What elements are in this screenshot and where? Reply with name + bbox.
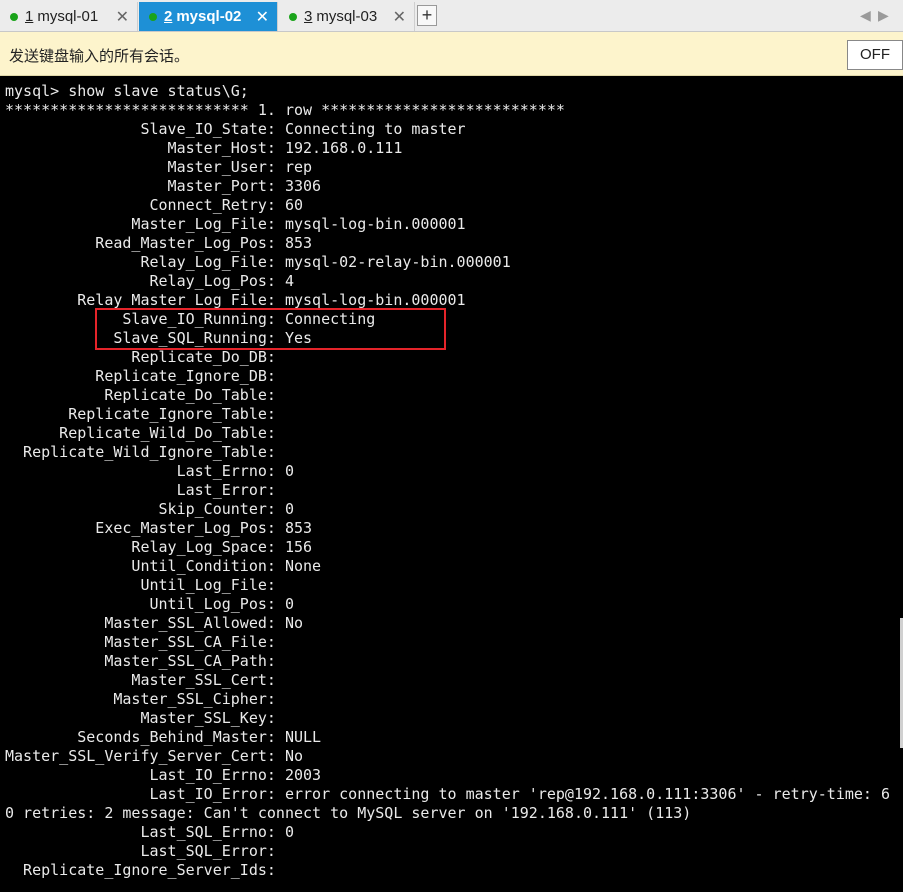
tab-mysql-01[interactable]: 1 mysql-01 ✕ [0,2,138,31]
terminal-line: Replicate_Do_Table: [5,386,285,404]
terminal-line: Last_IO_Error: error connecting to maste… [5,785,891,803]
scroll-tabs-right-icon[interactable]: ▶ [878,7,889,24]
tab-mysql-02[interactable]: 2 mysql-02 ✕ [139,2,278,31]
terminal-line: Master_Log_File: mysql-log-bin.000001 [5,215,466,233]
scroll-tabs-left-icon[interactable]: ◀ [860,7,871,24]
terminal-line: Master_SSL_Key: [5,709,285,727]
terminal-line: Until_Log_Pos: 0 [5,595,294,613]
status-dot-icon [289,12,297,21]
close-icon[interactable]: ✕ [256,7,269,27]
terminal-line: mysql> show slave status\G; [5,82,249,100]
terminal-line: Master_SSL_Cipher: [5,690,285,708]
broadcast-off-button[interactable]: OFF [847,40,903,70]
terminal-line: Last_SQL_Errno: 0 [5,823,294,841]
terminal-line: Until_Log_File: [5,576,285,594]
tab-label: mysql-01 [37,8,99,25]
terminal-line: Connect_Retry: 60 [5,196,304,214]
terminal-line: Read_Master_Log_Pos: 853 [5,234,313,252]
terminal-line: Replicate_Wild_Ignore_Table: [5,443,285,461]
terminal-line: Seconds_Behind_Master: NULL [5,728,322,746]
terminal-line: Replicate_Do_DB: [5,348,285,366]
terminal-line: Master_SSL_Verify_Server_Cert: No [5,747,304,765]
add-tab-button[interactable]: + [417,5,437,26]
tab-bar: 1 mysql-01 ✕ 2 mysql-02 ✕ 3 mysql-03 ✕ +… [0,0,903,32]
terminal-line: Last_Error: [5,481,285,499]
terminal-line: Relay_Log_Pos: 4 [5,272,294,290]
terminal-line: Until_Condition: None [5,557,322,575]
highlight-box [95,308,446,350]
terminal-line: 0 retries: 2 message: Can't connect to M… [5,804,692,822]
terminal-line: Replicate_Ignore_DB: [5,367,285,385]
terminal-line: Master_User: rep [5,158,313,176]
terminal-line: Last_IO_Errno: 2003 [5,766,322,784]
terminal-line: Replicate_Ignore_Server_Ids: [5,861,285,879]
terminal-line: Last_Errno: 0 [5,462,294,480]
terminal-line: Relay_Log_File: mysql-02-relay-bin.00000… [5,253,511,271]
terminal-line: Exec_Master_Log_Pos: 853 [5,519,313,537]
close-icon[interactable]: ✕ [393,7,406,27]
tab-number: 1 [25,8,34,25]
terminal-line: Replicate_Wild_Do_Table: [5,424,285,442]
tab-number: 2 [164,8,173,25]
terminal-output[interactable]: mysql> show slave status\G; *************… [0,78,903,892]
status-dot-icon [10,12,18,21]
terminal-line: Master_Host: 192.168.0.111 [5,139,403,157]
notice-text: 发送键盘输入的所有会话。 [9,48,190,65]
terminal-text: mysql> show slave status\G; *************… [5,82,890,880]
terminal-line: Slave_IO_State: Connecting to master [5,120,466,138]
tab-mysql-03[interactable]: 3 mysql-03 ✕ [279,2,415,31]
status-dot-icon [149,12,157,21]
terminal-line: Master_Port: 3306 [5,177,322,195]
terminal-line: Master_SSL_CA_Path: [5,652,285,670]
terminal-line: Master_SSL_CA_File: [5,633,285,651]
tab-label: mysql-03 [316,8,378,25]
tab-number: 3 [304,8,313,25]
terminal-line: Master_SSL_Allowed: No [5,614,304,632]
terminal-line: Replicate_Ignore_Table: [5,405,285,423]
close-icon[interactable]: ✕ [116,7,129,27]
terminal-line: Last_SQL_Error: [5,842,285,860]
terminal-line: Skip_Counter: 0 [5,500,294,518]
broadcast-notice-bar: 发送键盘输入的所有会话。 OFF [0,32,903,76]
terminal-line: Relay_Log_Space: 156 [5,538,313,556]
terminal-line: *************************** 1. row *****… [5,101,565,119]
terminal-line: Master_SSL_Cert: [5,671,285,689]
tab-label: mysql-02 [176,8,242,25]
